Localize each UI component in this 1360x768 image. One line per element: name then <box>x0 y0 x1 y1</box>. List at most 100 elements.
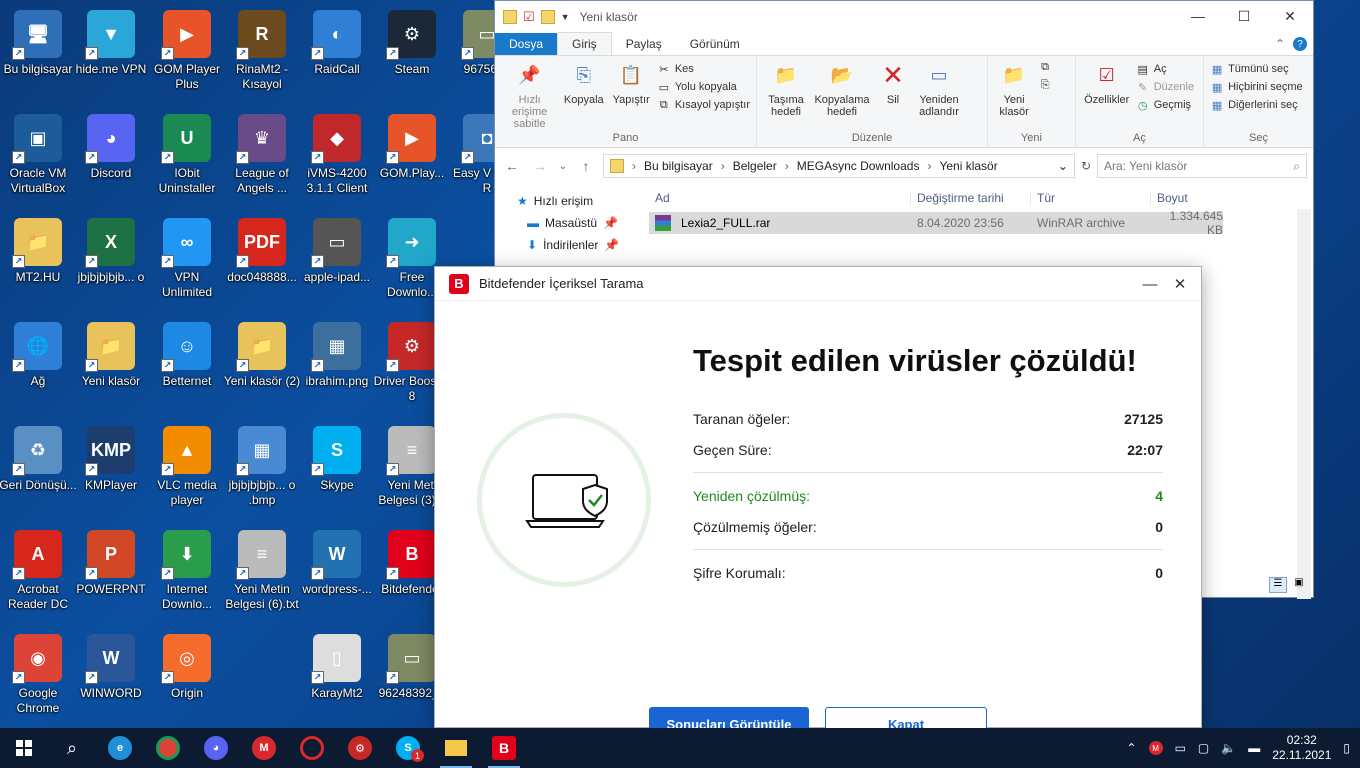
desktop-icon-12[interactable]: ▶ ↗ GOM.Play... <box>374 110 450 210</box>
clock[interactable]: 02:32 22.11.2021 <box>1272 733 1331 763</box>
nav-quick-access[interactable]: ★ Hızlı erişim <box>495 190 625 212</box>
desktop-icon-15[interactable]: X ↗ jbjbjbjbjb... o <box>73 214 149 314</box>
select-none-button[interactable]: ▦ Hiçbirini seçme <box>1210 80 1303 94</box>
volume-icon[interactable]: 🔈 <box>1221 741 1236 755</box>
open-button[interactable]: ▤ Aç <box>1136 62 1194 76</box>
desktop-icon-26[interactable]: ♻ ↗ Geri Dönüşü... <box>0 422 77 522</box>
desktop-icon-41[interactable]: ▯ ↗ KarayMt2 <box>299 630 375 730</box>
desktop-icon-39[interactable]: W ↗ WINWORD <box>73 630 149 730</box>
desktop-icon-7[interactable]: ▣ ↗ Oracle VM VirtualBox <box>0 110 76 210</box>
breadcrumb-separator[interactable]: › <box>721 159 725 173</box>
taskbar-opera[interactable] <box>288 728 336 768</box>
breadcrumb-item[interactable]: Yeni klasör <box>939 159 997 173</box>
desktop-icon-27[interactable]: KMP ↗ KMPlayer <box>73 422 149 522</box>
column-date[interactable]: Değiştirme tarihi <box>911 191 1031 205</box>
desktop-icon-34[interactable]: ⬇ ↗ Internet Downlo... <box>149 526 225 626</box>
desktop-icon-11[interactable]: ◆ ↗ iVMS-4200 3.1.1 Client <box>299 110 375 210</box>
desktop-icon-4[interactable]: ◐ ↗ RaidCall <box>299 6 375 106</box>
desktop-icon-17[interactable]: PDF ↗ doc048888... <box>224 214 300 314</box>
breadcrumb-item[interactable]: Bu bilgisayar <box>644 159 713 173</box>
desktop-icon-9[interactable]: U ↗ IObit Uninstaller <box>149 110 225 210</box>
close-button[interactable]: ✕ <box>1267 1 1313 31</box>
desktop-icon-18[interactable]: ▭ ↗ apple-ipad... <box>299 214 375 314</box>
recent-chevron-icon[interactable]: ⌄ <box>557 161 569 172</box>
cut-button[interactable]: ✂ Kes <box>657 62 750 76</box>
network-icon[interactable]: ▭ <box>1175 741 1186 755</box>
edit-button[interactable]: ✎ Düzenle <box>1136 80 1194 94</box>
help-icon[interactable]: ? <box>1293 37 1307 51</box>
properties-icon[interactable]: ☑ <box>523 9 535 25</box>
desktop-icon-10[interactable]: ♛ ↗ League of Angels ... <box>224 110 300 210</box>
close-button[interactable]: ✕ <box>1165 267 1195 301</box>
breadcrumb-item[interactable]: Belgeler <box>733 159 777 173</box>
new-folder-icon[interactable] <box>540 9 555 24</box>
address-bar[interactable]: › Bu bilgisayar › Belgeler › MEGAsync Downloa… <box>603 154 1075 178</box>
tab-share[interactable]: Paylaş <box>612 33 676 55</box>
taskbar-driver-booster[interactable]: ⚙ <box>336 728 384 768</box>
desktop-icon-30[interactable]: S ↗ Skype <box>299 422 375 522</box>
tab-home[interactable]: Giriş <box>557 32 612 55</box>
invert-selection-button[interactable]: ▦ Diğerlerini seç <box>1210 98 1303 112</box>
desktop-icon-5[interactable]: ⚙ ↗ Steam <box>374 6 450 106</box>
paste-shortcut-button[interactable]: ⧉ Kısayol yapıştır <box>657 98 750 112</box>
desktop-icon-14[interactable]: 📁 ↗ MT2.HU <box>0 214 76 314</box>
nav-desktop[interactable]: ▬ Masaüstü 📌 <box>495 212 625 234</box>
tab-file[interactable]: Dosya <box>495 33 558 55</box>
back-arrow-icon[interactable]: ← <box>501 158 523 174</box>
column-size[interactable]: Boyut <box>1151 191 1231 205</box>
copy-path-button[interactable]: ▭ Yolu kopyala <box>657 80 750 94</box>
desktop-icon-33[interactable]: P ↗ POWERPNT <box>73 526 149 626</box>
taskbar-discord[interactable]: ◕ <box>192 728 240 768</box>
view-large-icons-icon[interactable]: ▣ <box>1291 577 1307 593</box>
breadcrumb-separator[interactable]: › <box>927 159 931 173</box>
column-name[interactable]: Ad <box>649 191 911 205</box>
new-item-button[interactable]: ⧉ <box>1038 60 1052 74</box>
refresh-icon[interactable]: ↻ <box>1081 159 1091 173</box>
collapse-ribbon-icon[interactable]: ⌃ <box>1267 33 1293 55</box>
column-type[interactable]: Tür <box>1031 191 1151 205</box>
desktop-icon-8[interactable]: ◕ ↗ Discord <box>73 110 149 210</box>
search-input[interactable]: Ara: Yeni klasör ⌕ <box>1097 154 1307 178</box>
taskbar-file-explorer[interactable] <box>432 728 480 768</box>
mega-tray-icon[interactable]: M <box>1148 741 1163 755</box>
forward-arrow-icon[interactable]: → <box>529 158 551 174</box>
desktop-icon-20[interactable]: 🌐 ↗ Ağ <box>0 318 76 418</box>
breadcrumb-separator[interactable]: › <box>785 159 789 173</box>
desktop-icon-0[interactable]: 🖥 ↗ Bu bilgisayar <box>0 6 76 106</box>
view-details-icon[interactable]: ☰ <box>1269 577 1287 593</box>
desktop-icon-1[interactable]: ▼ ↗ hide.me VPN <box>73 6 149 106</box>
desktop-icon-16[interactable]: ∞ ↗ VPN Unlimited <box>149 214 225 314</box>
search-button[interactable]: ⌕ <box>48 728 96 768</box>
desktop-icon-38[interactable]: ◉ ↗ Google Chrome <box>0 630 76 730</box>
vertical-scrollbar[interactable] <box>1297 209 1311 599</box>
taskbar-skype[interactable]: S 1 <box>384 728 432 768</box>
taskbar-chrome[interactable] <box>144 728 192 768</box>
desktop-icon-21[interactable]: 📁 ↗ Yeni klasör <box>73 318 149 418</box>
address-dropdown-icon[interactable]: ⌄ <box>1058 159 1068 173</box>
easy-access-button[interactable]: ⎘ <box>1038 78 1052 92</box>
taskbar-mega[interactable]: M <box>240 728 288 768</box>
desktop-icon-32[interactable]: A ↗ Acrobat Reader DC <box>0 526 76 626</box>
display-icon[interactable]: ▢ <box>1198 741 1209 755</box>
desktop-icon-24[interactable]: ▦ ↗ ibrahim.png <box>299 318 375 418</box>
chevron-down-icon[interactable]: ▼ <box>561 12 570 22</box>
desktop-icon-36[interactable]: W ↗ wordpress-... <box>299 526 375 626</box>
desktop-icon-28[interactable]: ▲ ↗ VLC media player <box>149 422 225 522</box>
chevron-up-icon[interactable]: ⌃ <box>1127 741 1137 755</box>
desktop-icon-3[interactable]: R ↗ RinaMt2 - Kısayol <box>224 6 300 106</box>
minimize-button[interactable]: — <box>1175 1 1221 31</box>
breadcrumb-item[interactable]: MEGAsync Downloads <box>797 159 920 173</box>
ime-icon[interactable]: ▬ <box>1248 741 1260 755</box>
maximize-button[interactable]: ☐ <box>1221 1 1267 31</box>
desktop-icon-2[interactable]: ▶ ↗ GOM Player Plus <box>149 6 225 106</box>
minimize-button[interactable]: — <box>1135 267 1165 301</box>
file-row[interactable]: Lexia2_FULL.rar 8.04.2020 23:56 WinRAR arc… <box>649 209 1223 237</box>
history-button[interactable]: ◷ Geçmiş <box>1136 98 1194 112</box>
desktop-icon-29[interactable]: ▦ ↗ jbjbjbjbjb... o .bmp <box>224 422 300 522</box>
select-all-button[interactable]: ▦ Tümünü seç <box>1210 62 1303 76</box>
breadcrumb-separator[interactable]: › <box>632 159 636 173</box>
up-arrow-icon[interactable]: ↑ <box>575 158 597 174</box>
desktop-icon-22[interactable]: ☺ ↗ Betternet <box>149 318 225 418</box>
taskbar-bitdefender[interactable]: B <box>480 728 528 768</box>
nav-downloads[interactable]: ⬇ İndirilenler 📌 <box>495 234 625 256</box>
